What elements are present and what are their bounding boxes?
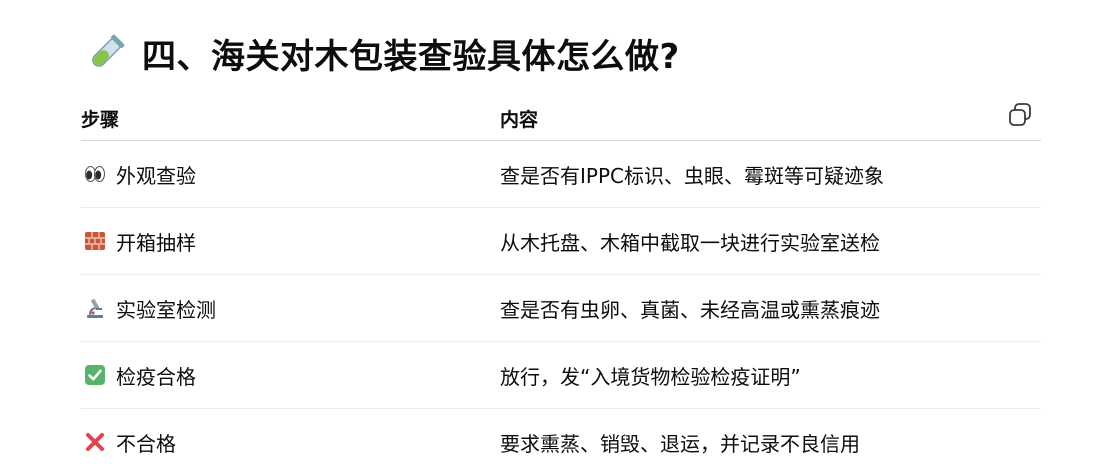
step-label: 开箱抽样 [116,227,196,256]
content-cell: 查是否有IPPC标识、虫眼、霉斑等可疑迹象 [500,141,1041,208]
step-label: 实验室检测 [116,294,216,323]
step-label: 不合格 [116,428,176,457]
section-heading: 四、海关对木包装查验具体怎么做? [86,28,680,78]
check-mark-button-icon [84,364,106,386]
content-cell: 放行，发“入境货物检验检疫证明” [500,342,1041,409]
table-row: 不合格 要求熏蒸、销毁、退运，并记录不良信用 [81,409,1041,475]
steps-table-container: 步骤 内容 外观查验 查是否有IPPC标识、 [81,96,1041,475]
content-cell: 查是否有虫卵、真菌、未经高温或熏蒸痕迹 [500,275,1041,342]
column-header-step: 步骤 [81,96,500,141]
test-tube-icon [86,33,126,73]
brick-icon [84,230,106,252]
eyes-icon [84,163,106,185]
step-cell: 开箱抽样 [81,208,500,275]
table-row: 实验室检测 查是否有虫卵、真菌、未经高温或熏蒸痕迹 [81,275,1041,342]
microscope-icon [84,297,106,319]
steps-table: 步骤 内容 外观查验 查是否有IPPC标识、 [81,96,1041,475]
section-title: 四、海关对木包装查验具体怎么做? [142,29,680,78]
copy-icon[interactable] [1007,102,1033,128]
table-row: 开箱抽样 从木托盘、木箱中截取一块进行实验室送检 [81,208,1041,275]
table-row: 外观查验 查是否有IPPC标识、虫眼、霉斑等可疑迹象 [81,141,1041,208]
table-header-row: 步骤 内容 [81,96,1041,141]
cross-mark-icon [84,431,106,453]
step-cell: 外观查验 [81,141,500,208]
content-cell: 要求熏蒸、销毁、退运，并记录不良信用 [500,409,1041,475]
step-cell: 检疫合格 [81,342,500,409]
table-row: 检疫合格 放行，发“入境货物检验检疫证明” [81,342,1041,409]
content-cell: 从木托盘、木箱中截取一块进行实验室送检 [500,208,1041,275]
column-header-content: 内容 [500,96,1041,141]
step-cell: 不合格 [81,409,500,475]
step-label: 检疫合格 [116,361,196,390]
step-label: 外观查验 [116,160,196,189]
step-cell: 实验室检测 [81,275,500,342]
